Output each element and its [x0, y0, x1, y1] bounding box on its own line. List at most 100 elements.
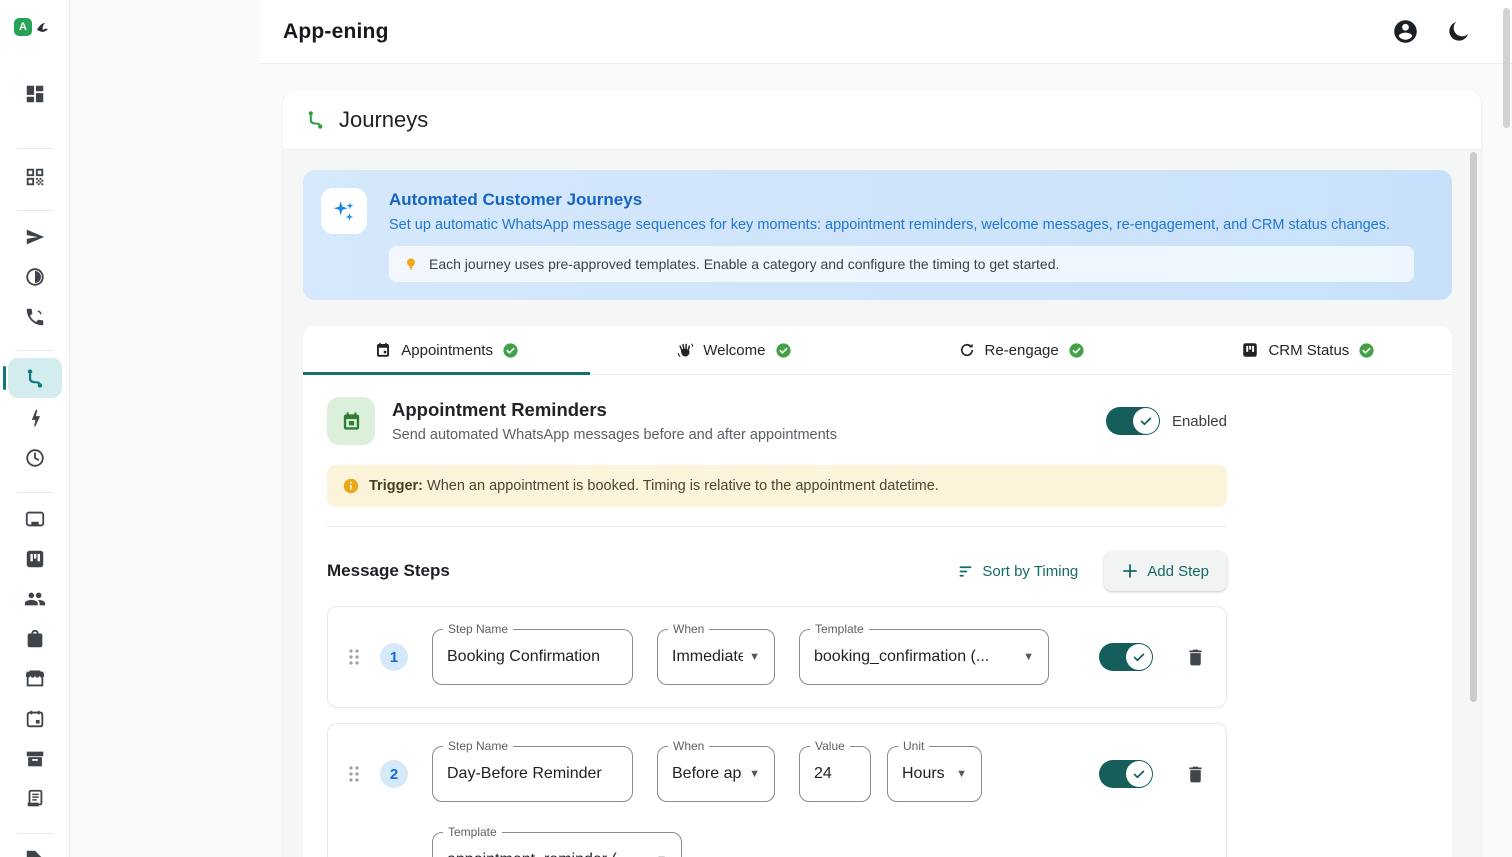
template-select[interactable]: Template appointment_reminder (... ▼ [432, 832, 682, 857]
calendar-icon [24, 708, 46, 730]
window-scrollbar-thumb[interactable] [1503, 8, 1510, 128]
sidebar-item-contacts[interactable] [13, 585, 57, 613]
tab-label: CRM Status [1268, 342, 1349, 359]
sidebar-divider [17, 210, 53, 211]
check-badge-icon [1068, 342, 1085, 359]
history-clock-icon [24, 447, 46, 469]
add-step-button[interactable]: Add Step [1104, 551, 1227, 591]
journey-tabs: Appointments Welcome Re-engage [303, 326, 1452, 375]
calendar-event-icon-box [327, 397, 375, 445]
tab-crm-status[interactable]: CRM Status [1165, 326, 1452, 374]
page-area: Journeys Automated Customer Journeys Set… [260, 64, 1512, 857]
step-fields: Step Name Day-Before Reminder When Befor… [432, 746, 982, 802]
info-icon [343, 478, 359, 494]
value-input[interactable]: Value 24 [799, 746, 871, 802]
send-icon [24, 226, 46, 248]
check-icon [1139, 414, 1153, 428]
sidebar-item-contrast[interactable] [13, 263, 57, 291]
template-select[interactable]: Template booking_confirmation (... ▼ [799, 629, 1049, 685]
kanban-icon [1241, 341, 1259, 359]
account-icon[interactable] [1392, 18, 1419, 45]
sort-by-timing-button[interactable]: Sort by Timing [957, 563, 1078, 580]
sidebar-item-qr[interactable] [13, 163, 57, 191]
tab-welcome[interactable]: Welcome [590, 326, 877, 374]
check-badge-icon [775, 342, 792, 359]
bolt-icon [24, 407, 46, 429]
contacts-icon [24, 588, 46, 610]
when-select[interactable]: When Before ap... ▼ [657, 746, 775, 802]
chevron-down-icon: ▼ [743, 651, 760, 663]
step-enabled-toggle[interactable] [1099, 643, 1153, 671]
step-row-line-2: Template appointment_reminder (... ▼ [432, 832, 1206, 857]
logo-scribble-icon [35, 19, 51, 35]
sidebar-item-devices[interactable] [13, 505, 57, 533]
banner-tip: Each journey uses pre-approved templates… [389, 246, 1414, 282]
logo-mark: A [14, 18, 32, 36]
when-select[interactable]: When Immediately ▼ [657, 629, 775, 685]
topbar: App-ening [260, 0, 1512, 64]
sidebar-item-orders[interactable] [13, 625, 57, 653]
field-label: Value [810, 739, 850, 753]
trigger-text-wrap: Trigger: When an appointment is booked. … [369, 478, 939, 494]
qr-code-icon [24, 166, 46, 188]
storefront-icon [24, 668, 46, 690]
field-value: booking_confirmation (... [814, 648, 989, 666]
journeys-card: Journeys Automated Customer Journeys Set… [283, 90, 1481, 857]
step-name-input[interactable]: Step Name Day-Before Reminder [432, 746, 633, 802]
journeys-panel: Appointments Welcome Re-engage [303, 326, 1452, 857]
sidebar-divider [17, 492, 53, 493]
trigger-label: Trigger: [369, 478, 423, 494]
field-label: When [668, 739, 709, 753]
sidebar-item-archive[interactable] [13, 745, 57, 773]
tab-appointments[interactable]: Appointments [303, 326, 590, 374]
active-tab-underline [303, 372, 590, 375]
sidebar-item-calls[interactable] [13, 303, 57, 331]
app-root: A [0, 0, 1512, 857]
step-name-input[interactable]: Step Name Booking Confirmation [432, 629, 633, 685]
step-fields: Step Name Booking Confirmation When Imme… [432, 629, 1049, 685]
delete-icon[interactable] [1185, 647, 1206, 668]
sidebar-item-store[interactable] [13, 665, 57, 693]
drag-handle-icon[interactable] [348, 648, 360, 666]
sparkles-icon-box [321, 188, 367, 234]
delete-icon[interactable] [1185, 764, 1206, 785]
chevron-down-icon: ▼ [1017, 651, 1034, 663]
toggle-knob [1126, 761, 1152, 787]
device-icon [24, 508, 46, 530]
step-number-badge: 2 [380, 760, 408, 788]
sidebar-divider [17, 833, 53, 834]
calendar-icon [374, 341, 392, 359]
steps-header: Message Steps Sort by Timing Add Step [327, 551, 1227, 591]
card-scrollbar-thumb[interactable] [1470, 152, 1477, 702]
dark-mode-moon-icon[interactable] [1445, 18, 1472, 45]
sidebar-item-dashboard[interactable] [13, 80, 57, 108]
calendar-event-icon [340, 410, 363, 433]
tab-re-engage[interactable]: Re-engage [878, 326, 1165, 374]
field-value: appointment_reminder (... [447, 851, 630, 857]
drag-handle-icon[interactable] [348, 765, 360, 783]
receipt-icon [24, 788, 46, 810]
sidebar-item-calendar[interactable] [13, 705, 57, 733]
sidebar-item-journeys-active[interactable] [8, 358, 62, 398]
sidebar-item-automations[interactable] [13, 404, 57, 432]
tag-icon [24, 848, 46, 857]
sidebar-item-send[interactable] [13, 223, 57, 251]
step-row-actions [1099, 760, 1206, 788]
enabled-toggle[interactable] [1106, 407, 1160, 435]
field-label: Template [443, 825, 502, 839]
unit-select[interactable]: Unit Hours ▼ [887, 746, 982, 802]
field-value: 24 [814, 765, 832, 783]
banner-description: Set up automatic WhatsApp message sequen… [389, 217, 1414, 233]
check-badge-icon [502, 342, 519, 359]
banner-body: Automated Customer Journeys Set up autom… [389, 188, 1414, 282]
sidebar-item-history[interactable] [13, 444, 57, 472]
check-icon [1132, 650, 1146, 664]
sidebar-item-tags[interactable] [13, 845, 57, 857]
section-title: Appointment Reminders [392, 399, 837, 421]
section-header: Appointment Reminders Send automated Wha… [327, 397, 1227, 445]
sidebar-item-kanban[interactable] [13, 545, 57, 573]
sidebar-item-billing[interactable] [13, 785, 57, 813]
field-label: Template [810, 622, 869, 636]
step-row-1: 1 Step Name Booking Confirmation When [327, 606, 1227, 708]
step-enabled-toggle[interactable] [1099, 760, 1153, 788]
